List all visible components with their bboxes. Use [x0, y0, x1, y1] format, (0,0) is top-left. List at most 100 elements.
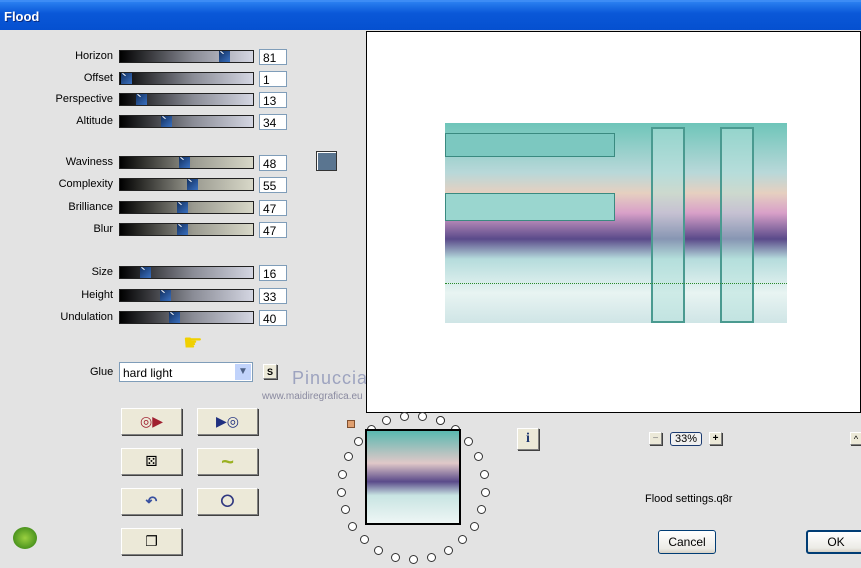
- zoom-in-button[interactable]: +: [709, 432, 722, 445]
- color-swatch[interactable]: [316, 151, 337, 171]
- slider-thumb[interactable]: [161, 116, 172, 127]
- slider-track[interactable]: [119, 156, 254, 169]
- navigator-dot[interactable]: [479, 469, 489, 479]
- slider-thumb[interactable]: [219, 51, 230, 62]
- app-logo-icon: [13, 527, 37, 549]
- slider-track[interactable]: [119, 50, 254, 63]
- slider-thumb[interactable]: [179, 157, 190, 168]
- slider-thumb[interactable]: [187, 179, 198, 190]
- navigator-dot[interactable]: [480, 487, 490, 497]
- slider-value-input[interactable]: 55: [259, 177, 287, 193]
- navigator-dot[interactable]: [469, 521, 479, 531]
- slider-label: Offset: [83, 72, 113, 84]
- chevron-down-icon[interactable]: ▼: [235, 364, 251, 380]
- navigator-dot[interactable]: [343, 452, 353, 462]
- play-disc-icon: ▶◎: [216, 413, 239, 429]
- navigator-dot[interactable]: [443, 546, 453, 556]
- slider-row-perspective: Perspective 13: [0, 92, 287, 108]
- reset-button[interactable]: ⭘: [197, 488, 258, 515]
- navigator-thumbnail[interactable]: [365, 429, 461, 525]
- randomize-button[interactable]: ⚄: [121, 448, 182, 475]
- slider-row-height: Height 33: [0, 288, 287, 304]
- preview-image: [445, 123, 787, 323]
- navigator-dot[interactable]: [348, 521, 358, 531]
- slider-label: Horizon: [75, 50, 113, 62]
- navigator-dot[interactable]: [399, 411, 409, 421]
- navigator-dot[interactable]: [391, 552, 401, 562]
- preview-pane[interactable]: [366, 31, 861, 413]
- slider-value-input[interactable]: 81: [259, 49, 287, 65]
- slider-thumb[interactable]: [177, 202, 188, 213]
- load-preset-button[interactable]: ◎▶: [121, 408, 182, 435]
- slider-track[interactable]: [119, 266, 254, 279]
- navigator-dot[interactable]: [477, 505, 487, 515]
- slider-value-input[interactable]: 16: [259, 265, 287, 281]
- slider-thumb[interactable]: [121, 73, 132, 84]
- slider-thumb[interactable]: [136, 94, 147, 105]
- glue-select-value: hard light: [123, 366, 173, 380]
- undo-button[interactable]: ↶: [121, 488, 182, 515]
- navigator-dot[interactable]: [418, 411, 428, 421]
- disc-play-icon: ◎▶: [140, 413, 163, 429]
- slider-value-input[interactable]: 13: [259, 92, 287, 108]
- watermark-url: www.maidiregrafica.eu: [262, 391, 363, 402]
- s-button[interactable]: S: [263, 364, 277, 379]
- slider-track[interactable]: [119, 223, 254, 236]
- slider-track[interactable]: [119, 201, 254, 214]
- navigator-dot[interactable]: [435, 416, 445, 426]
- navigator-dot[interactable]: [359, 535, 369, 545]
- navigator-dot[interactable]: [374, 546, 384, 556]
- slider-track[interactable]: [119, 115, 254, 128]
- navigator-dot[interactable]: [353, 437, 363, 447]
- navigator-dot[interactable]: [338, 469, 348, 479]
- copy-icon: ❐: [145, 533, 158, 549]
- navigator-dot[interactable]: [426, 552, 436, 562]
- title-bar: Flood: [0, 0, 861, 30]
- copy-button[interactable]: ❐: [121, 528, 182, 555]
- slider-track[interactable]: [119, 93, 254, 106]
- slider-thumb[interactable]: [169, 312, 180, 323]
- navigator-dot[interactable]: [337, 487, 347, 497]
- slider-label: Height: [81, 289, 113, 301]
- slider-row-undulation: Undulation 40: [0, 310, 287, 326]
- slider-label: Undulation: [60, 311, 113, 323]
- cancel-button[interactable]: Cancel: [658, 530, 716, 554]
- wave-button[interactable]: ~: [197, 448, 258, 475]
- dice-icon: ⚄: [145, 453, 158, 469]
- slider-row-size: Size 16: [0, 265, 287, 281]
- slider-value-input[interactable]: 33: [259, 288, 287, 304]
- ok-button[interactable]: OK: [806, 530, 861, 554]
- slider-row-blur: Blur 47: [0, 222, 287, 238]
- slider-value-input[interactable]: 34: [259, 114, 287, 130]
- glue-label: Glue: [90, 366, 114, 378]
- slider-track[interactable]: [119, 72, 254, 85]
- slider-value-input[interactable]: 47: [259, 222, 287, 238]
- ring-icon: ⭘: [220, 491, 235, 511]
- slider-thumb[interactable]: [160, 290, 171, 301]
- save-preset-button[interactable]: ▶◎: [197, 408, 258, 435]
- settings-filename: Flood settings.q8r: [645, 493, 733, 505]
- navigator-handle[interactable]: [347, 420, 355, 428]
- slider-value-input[interactable]: 48: [259, 155, 287, 171]
- navigator-dot[interactable]: [340, 505, 350, 515]
- slider-row-offset: Offset 1: [0, 71, 287, 87]
- scroll-up-button[interactable]: ^: [850, 432, 861, 445]
- navigator-dot[interactable]: [409, 555, 418, 564]
- info-button[interactable]: i: [517, 428, 539, 450]
- slider-thumb[interactable]: [140, 267, 151, 278]
- navigator-dot[interactable]: [474, 452, 484, 462]
- navigator-dot[interactable]: [464, 437, 474, 447]
- slider-thumb[interactable]: [177, 224, 188, 235]
- glue-select[interactable]: hard light ▼: [119, 362, 253, 382]
- slider-value-input[interactable]: 1: [259, 71, 287, 87]
- slider-track[interactable]: [119, 311, 254, 324]
- slider-track[interactable]: [119, 289, 254, 302]
- slider-value-input[interactable]: 40: [259, 310, 287, 326]
- navigator-dot[interactable]: [458, 535, 468, 545]
- zoom-out-button[interactable]: −: [649, 432, 662, 445]
- watermark-name: Pinuccia: [292, 368, 369, 388]
- navigator-dot[interactable]: [382, 416, 392, 426]
- slider-value-input[interactable]: 47: [259, 200, 287, 216]
- slider-track[interactable]: [119, 178, 254, 191]
- slider-row-altitude: Altitude 34: [0, 114, 287, 130]
